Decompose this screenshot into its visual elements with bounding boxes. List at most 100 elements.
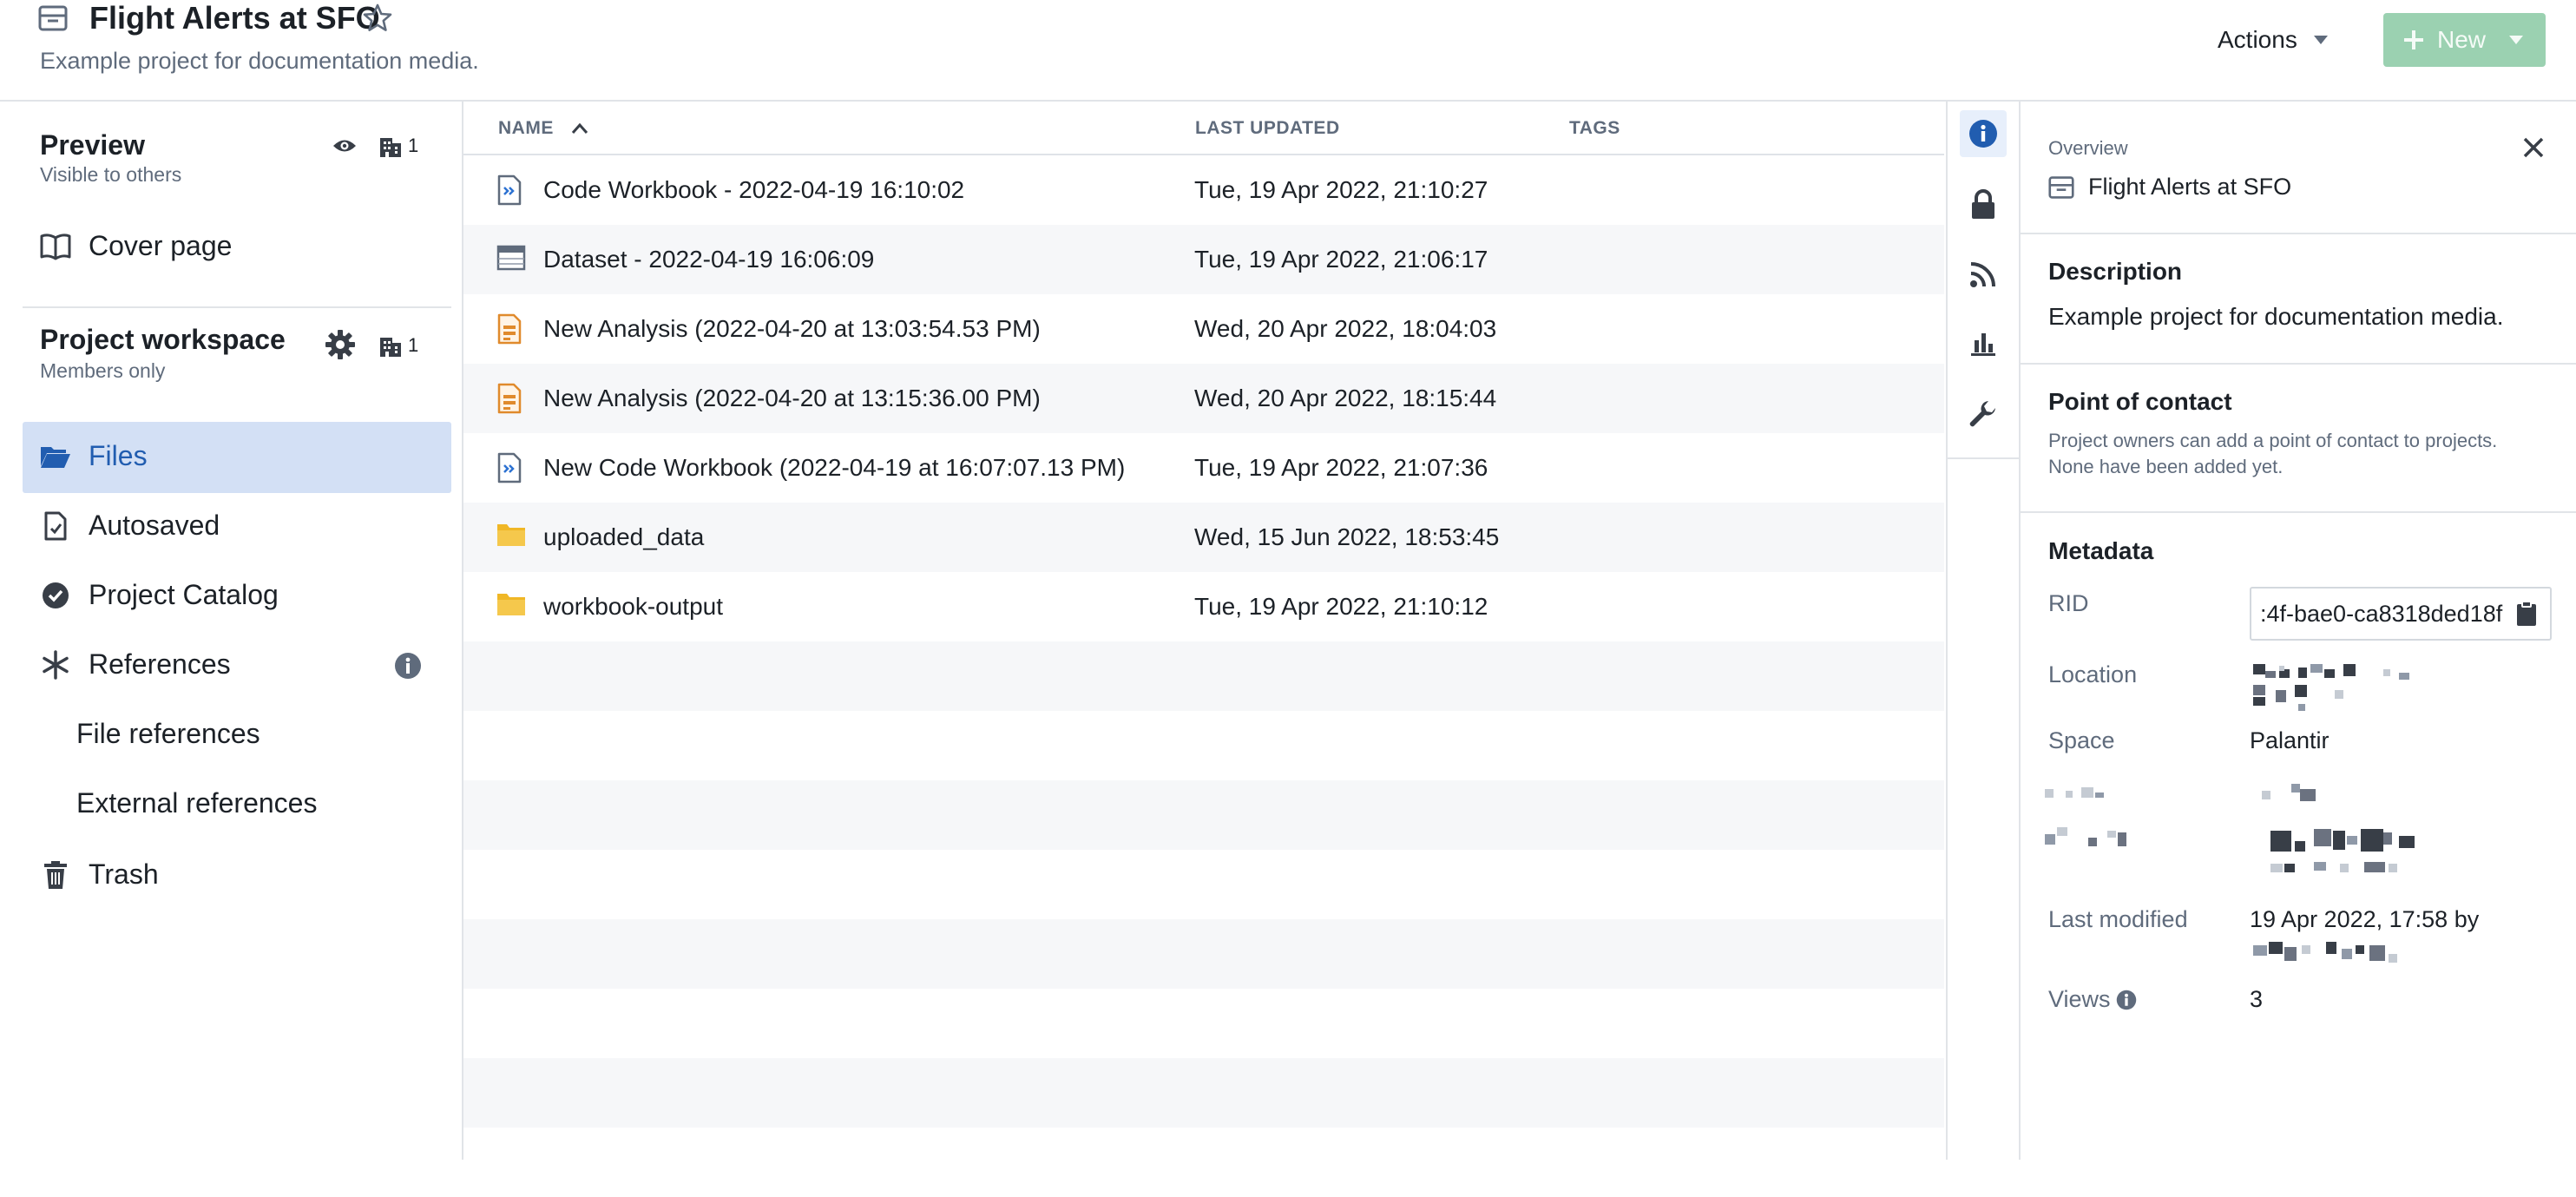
empty-row [463, 711, 1944, 780]
file-name: Code Workbook - 2022-04-19 16:10:02 [543, 176, 965, 203]
file-name: Dataset - 2022-04-19 16:06:09 [543, 246, 875, 273]
location-label: Location [2048, 661, 2138, 687]
rid-field[interactable]: :4f-bae0-ca8318ded18f [2250, 587, 2552, 641]
tab-settings[interactable] [1960, 391, 2007, 438]
empty-row [463, 780, 1944, 850]
file-updated: Tue, 19 Apr 2022, 21:10:27 [1194, 176, 1488, 203]
sidebar-item-trash[interactable]: Trash [40, 858, 159, 891]
file-name: uploaded_data [543, 523, 705, 550]
file-name: New Code Workbook (2022-04-19 at 16:07:0… [543, 454, 1126, 481]
contact-text: Project owners can add a point of contac… [2048, 430, 2498, 451]
badge-check-icon [40, 580, 71, 611]
tab-activity[interactable] [1960, 251, 2007, 298]
folder-icon [496, 522, 528, 553]
sidebar-item-label: File references [76, 718, 260, 749]
column-header-tags[interactable]: TAGS [1569, 115, 1620, 141]
empty-row [463, 1058, 1944, 1128]
wrench-icon [1968, 400, 1998, 430]
info-icon[interactable] [394, 652, 422, 680]
description-heading: Description [2048, 258, 2183, 285]
file-name: New Analysis (2022-04-20 at 13:03:54.53 … [543, 315, 1041, 342]
sidebar-item-label: External references [76, 787, 318, 819]
actions-button[interactable]: Actions [2218, 14, 2346, 66]
table-row[interactable]: uploaded_data Wed, 15 Jun 2022, 18:53:45 [463, 503, 1944, 572]
folder-open-icon [40, 441, 71, 472]
sidebar-divider [23, 306, 451, 308]
close-icon[interactable] [2522, 136, 2545, 159]
last-modified-value: 19 Apr 2022, 17:58 by [2250, 906, 2480, 932]
empty-row [463, 1128, 1944, 1197]
rid-value: :4f-bae0-ca8318ded18f [2260, 600, 2503, 627]
redacted-value [2262, 784, 2415, 872]
overview-title: Flight Alerts at SFO [2088, 174, 2292, 200]
column-header-name[interactable]: NAME [498, 115, 588, 141]
workspace-org-count: 1 [408, 334, 419, 356]
sidebar-item-files[interactable]: Files [40, 440, 148, 472]
redacted-location [2253, 664, 2409, 711]
page-title: Flight Alerts at SFO [89, 0, 380, 36]
project-icon [2048, 174, 2074, 201]
preview-title: Preview [40, 129, 145, 161]
lock-icon [1970, 189, 1996, 220]
analysis-icon [496, 313, 528, 345]
organization-icon [378, 334, 403, 358]
new-label: New [2437, 26, 2487, 53]
details-tab-rail [1946, 102, 2021, 1160]
file-updated: Tue, 19 Apr 2022, 21:07:36 [1194, 454, 1488, 481]
table-row[interactable]: workbook-output Tue, 19 Apr 2022, 21:10:… [463, 572, 1944, 641]
sidebar-item-label: Trash [89, 858, 159, 890]
column-header-last-updated[interactable]: LAST UPDATED [1195, 115, 1340, 141]
table-row[interactable]: New Analysis (2022-04-20 at 13:03:54.53 … [463, 294, 1944, 364]
eye-icon [332, 136, 358, 155]
tab-usage[interactable] [1960, 320, 2007, 367]
tab-permissions[interactable] [1960, 181, 2007, 228]
cover-page-link[interactable]: Cover page [40, 230, 232, 262]
sidebar-item-file-references[interactable]: File references [76, 718, 260, 750]
info-icon[interactable] [2116, 990, 2137, 1010]
sidebar-item-references[interactable]: References [40, 648, 231, 681]
table-row[interactable]: Code Workbook - 2022-04-19 16:10:02 Tue,… [463, 155, 1944, 225]
sidebar-item-label: Autosaved [89, 510, 220, 541]
project-sidebar: Preview Visible to others 1 Cover page P… [7, 102, 463, 1160]
empty-row [463, 641, 1944, 711]
sidebar-item-autosaved[interactable]: Autosaved [40, 510, 220, 542]
project-icon [38, 3, 68, 33]
contact-text: None have been added yet. [2048, 456, 2284, 477]
file-updated: Wed, 20 Apr 2022, 18:04:03 [1194, 315, 1497, 342]
new-button[interactable]: New [2383, 13, 2546, 67]
sidebar-item-label: Files [89, 440, 148, 471]
contact-heading: Point of contact [2048, 388, 2232, 415]
section-divider [2019, 511, 2576, 513]
project-header: Flight Alerts at SFO Example project for… [0, 0, 2576, 102]
organization-icon [378, 135, 403, 159]
space-value: Palantir [2250, 727, 2330, 753]
files-table: NAME LAST UPDATED TAGS Code Workbook - 2… [463, 102, 1944, 1160]
sidebar-item-external-references[interactable]: External references [76, 787, 317, 819]
empty-row [463, 919, 1944, 989]
empty-row [463, 989, 1944, 1058]
sidebar-item-project-catalog[interactable]: Project Catalog [40, 579, 279, 611]
rid-label: RID [2048, 590, 2089, 616]
table-row[interactable]: New Analysis (2022-04-20 at 13:15:36.00 … [463, 364, 1944, 433]
plus-icon [2402, 29, 2425, 51]
details-panel: Overview Flight Alerts at SFO Descriptio… [2019, 102, 2576, 1160]
clipboard-icon[interactable] [2515, 600, 2538, 628]
analysis-icon [496, 383, 528, 414]
sort-ascending-icon [571, 122, 588, 135]
file-name: workbook-output [543, 593, 724, 620]
table-row[interactable]: Dataset - 2022-04-19 16:06:09 Tue, 19 Ap… [463, 225, 1944, 294]
actions-label: Actions [2218, 26, 2297, 53]
redacted-user [2253, 942, 2397, 963]
file-updated: Wed, 15 Jun 2022, 18:53:45 [1194, 523, 1500, 550]
star-icon[interactable] [362, 3, 393, 34]
trash-icon [40, 859, 71, 891]
sidebar-item-label: References [89, 648, 231, 680]
table-row[interactable]: New Code Workbook (2022-04-19 at 16:07:0… [463, 433, 1944, 503]
caret-down-icon [2313, 35, 2329, 45]
space-label: Space [2048, 727, 2115, 753]
views-value: 3 [2250, 986, 2264, 1012]
gear-icon[interactable] [325, 329, 356, 360]
tab-overview[interactable] [1960, 110, 2007, 157]
empty-row [463, 850, 1944, 919]
last-modified-label: Last modified [2048, 906, 2188, 932]
